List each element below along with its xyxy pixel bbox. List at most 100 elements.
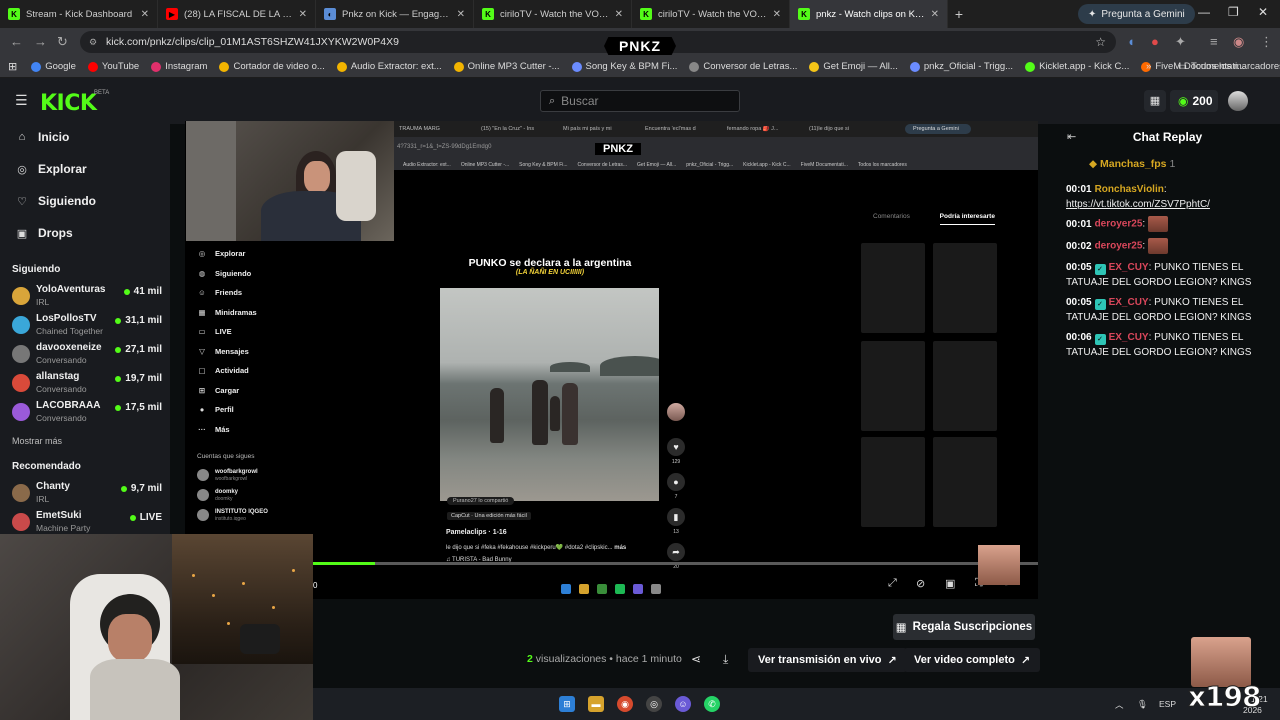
download-icon[interactable]: ⤓ bbox=[723, 652, 728, 667]
bookmark-item[interactable]: Google bbox=[31, 61, 76, 72]
tab-close-icon[interactable]: ✕ bbox=[931, 9, 939, 20]
share-icon[interactable]: ➦ bbox=[667, 543, 685, 561]
clip-noads-icon[interactable]: ⊘ bbox=[916, 577, 925, 590]
more-bookmarks-icon[interactable]: » bbox=[1146, 61, 1151, 72]
clip-theater-icon[interactable]: ▣ bbox=[945, 577, 955, 590]
close-window-button[interactable]: ✕ bbox=[1258, 5, 1268, 19]
site-info-icon[interactable]: ⚙ bbox=[89, 37, 97, 48]
message-link[interactable]: https://vt.tiktok.com/ZSV7PphtC/ bbox=[1066, 199, 1210, 210]
user-avatar[interactable] bbox=[1228, 91, 1248, 111]
suggested-thumb[interactable] bbox=[861, 243, 925, 333]
suggested-thumb[interactable] bbox=[861, 437, 925, 527]
address-bar[interactable]: ⚙ kick.com/pnkz/clips/clip_01M1AST6SHZW4… bbox=[80, 31, 1116, 53]
menu-icon[interactable]: ⋮ bbox=[1260, 34, 1273, 50]
sidebar-channel[interactable]: allanstag Conversando 19,7 mil bbox=[12, 371, 162, 397]
maximize-button[interactable]: ❐ bbox=[1228, 5, 1239, 19]
extensions-icon[interactable]: ✦ bbox=[1175, 34, 1186, 50]
apps-icon[interactable]: ⊞ bbox=[8, 60, 17, 73]
back-icon[interactable]: ← bbox=[10, 34, 23, 49]
more-link[interactable]: más bbox=[614, 545, 626, 551]
nav-siguiendo[interactable]: ♡ Siguiendo bbox=[16, 194, 96, 208]
clip-share-icon[interactable]: ⤢ bbox=[888, 577, 897, 590]
browser-tab[interactable]: K Stream - Kick Dashboard ✕ bbox=[0, 0, 158, 28]
message-username[interactable]: EX_CUY bbox=[1109, 297, 1149, 308]
bookmark-item[interactable]: Instagram bbox=[151, 61, 207, 72]
message-username[interactable]: RonchasViolin bbox=[1095, 184, 1164, 195]
tab-close-icon[interactable]: ✕ bbox=[457, 9, 465, 20]
nav-inicio[interactable]: ⌂ Inicio bbox=[16, 130, 70, 144]
start-icon[interactable]: ⊞ bbox=[559, 696, 575, 712]
sidebar-channel[interactable]: LACOBRAAA Conversando 17,5 mil bbox=[12, 400, 162, 426]
video-author[interactable]: Pamelaclips · 1-16 bbox=[446, 529, 507, 536]
show-more-link[interactable]: Mostrar más bbox=[12, 436, 62, 446]
microphone-icon[interactable]: 🎙 bbox=[1137, 699, 1148, 710]
suggested-thumb[interactable] bbox=[933, 243, 997, 333]
suggested-thumb[interactable] bbox=[861, 341, 925, 431]
forward-icon[interactable]: → bbox=[34, 34, 47, 49]
sidebar-channel[interactable]: davooxeneize Conversando 27,1 mil bbox=[12, 342, 162, 368]
whatsapp-icon[interactable]: ✆ bbox=[704, 696, 720, 712]
bookmark-item[interactable]: Online MP3 Cutter -... bbox=[453, 61, 560, 72]
hamburger-menu-icon[interactable]: ☰ bbox=[15, 92, 28, 109]
browser-tab[interactable]: ▶ (28) LA FISCAL DE LA NOCHE ✕ bbox=[158, 0, 316, 28]
watch-full-video-button[interactable]: Ver video completo ↗ bbox=[904, 648, 1041, 672]
bookmark-item[interactable]: Song Key & BPM Fi... bbox=[571, 61, 677, 72]
suggested-thumb[interactable] bbox=[933, 341, 997, 431]
suggested-thumb[interactable] bbox=[933, 437, 997, 527]
share-icon[interactable]: ⋖ bbox=[691, 652, 701, 666]
nav-explorar[interactable]: ◎ Explorar bbox=[16, 162, 87, 176]
comment-icon[interactable]: ● bbox=[667, 473, 685, 491]
sidebar-channel[interactable]: LosPollosTV Chained Together 31,1 mil bbox=[12, 313, 162, 339]
tab-comments[interactable]: Comentarios bbox=[873, 213, 910, 220]
bookmark-star-icon[interactable]: ☆ bbox=[1095, 35, 1106, 49]
bookmark-icon[interactable]: ▮ bbox=[667, 508, 685, 526]
tab-close-icon[interactable]: ✕ bbox=[773, 9, 781, 20]
chrome-icon[interactable]: ◉ bbox=[617, 696, 633, 712]
tab-interesting[interactable]: Podría interesarte bbox=[939, 213, 995, 225]
bookmark-item[interactable]: Audio Extractor: ext... bbox=[336, 61, 442, 72]
clip-progress-bar[interactable] bbox=[313, 562, 1038, 565]
capcut-pill[interactable]: CapCut · Una edición más fácil bbox=[447, 512, 531, 520]
minimize-button[interactable]: — bbox=[1198, 5, 1210, 19]
reload-icon[interactable]: ↻ bbox=[57, 34, 68, 50]
language-indicator[interactable]: ESP bbox=[1159, 699, 1176, 709]
browser-tab[interactable]: KciriloTV - Watch the VOD on Ki ✕ bbox=[632, 0, 790, 28]
file-explorer-icon[interactable]: ▬ bbox=[588, 696, 604, 712]
browser-tab[interactable]: Kpnkz - Watch clips on Kick ✕ bbox=[790, 0, 948, 28]
gift-subs-button[interactable]: ▦ Regala Suscripciones bbox=[893, 614, 1035, 640]
dashboard-icon[interactable]: ▦ bbox=[1144, 90, 1166, 112]
tray-chevron-icon[interactable]: ︿ bbox=[1115, 699, 1124, 711]
media-icon[interactable]: ≡ bbox=[1210, 34, 1218, 49]
kick-logo[interactable]: KICK bbox=[40, 91, 97, 116]
bookmark-item[interactable]: pnkz_Oficial - Trigg... bbox=[909, 61, 1013, 72]
browser-tab[interactable]: KciriloTV - Watch the VOD on Ki ✕ bbox=[474, 0, 632, 28]
bookmark-item[interactable]: Cortador de video o... bbox=[219, 61, 325, 72]
search-input[interactable]: ⌕ Buscar bbox=[540, 90, 740, 112]
sidebar-channel[interactable]: Chanty IRL 9,7 mil bbox=[12, 481, 162, 507]
gemini-button[interactable]: ✦ Pregunta a Gemini bbox=[1078, 4, 1195, 24]
nav-drops[interactable]: ▣ Drops bbox=[16, 226, 73, 240]
bookmark-item[interactable]: Conversor de Letras... bbox=[689, 61, 797, 72]
sidebar-channel[interactable]: EmetSuki Machine Party LIVE bbox=[12, 510, 162, 536]
message-username[interactable]: deroyer25 bbox=[1095, 219, 1143, 230]
creator-avatar[interactable] bbox=[667, 403, 685, 421]
like-icon[interactable]: ♥ bbox=[667, 438, 685, 456]
tab-close-icon[interactable]: ✕ bbox=[615, 9, 623, 20]
discord-icon[interactable]: ☺ bbox=[675, 696, 691, 712]
new-tab-button[interactable]: + bbox=[948, 6, 970, 22]
extension-icon[interactable]: ◖ bbox=[1127, 34, 1135, 49]
watch-live-button[interactable]: Ver transmisión en vivo ↗ bbox=[748, 648, 907, 672]
message-username[interactable]: EX_CUY bbox=[1109, 262, 1149, 273]
message-username[interactable]: EX_CUY bbox=[1109, 332, 1149, 343]
tab-close-icon[interactable]: ✕ bbox=[141, 9, 149, 20]
all-bookmarks-folder[interactable]: ▭ Todos los marcadores bbox=[1178, 61, 1280, 72]
sidebar-channel[interactable]: YoloAventuras IRL 41 mil bbox=[12, 284, 162, 310]
bookmark-item[interactable]: Kicklet.app - Kick C... bbox=[1025, 61, 1129, 72]
message-username[interactable]: deroyer25 bbox=[1095, 241, 1143, 252]
browser-tab[interactable]: ◐ Pnkz on Kick — Engagement A ✕ bbox=[316, 0, 474, 28]
bookmark-item[interactable]: Get Emoji — All... bbox=[809, 61, 898, 72]
tab-close-icon[interactable]: ✕ bbox=[299, 9, 307, 20]
bookmark-item[interactable]: YouTube bbox=[87, 61, 139, 72]
obs-icon[interactable]: ◎ bbox=[646, 696, 662, 712]
extension-record-icon[interactable]: ● bbox=[1151, 34, 1159, 49]
